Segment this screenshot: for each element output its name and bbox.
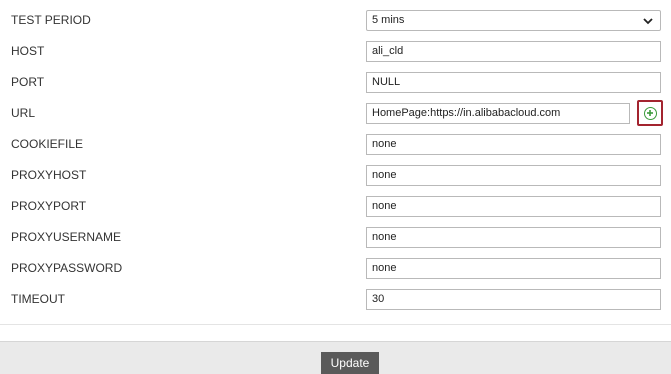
proxyhost-input[interactable]: none [366, 165, 661, 186]
port-label: PORT [11, 75, 45, 89]
proxypassword-input[interactable]: none [366, 258, 661, 279]
url-label: URL [11, 106, 36, 120]
row-host: HOST ali_cld [0, 36, 671, 67]
cookiefile-label: COOKIEFILE [11, 137, 84, 151]
host-label: HOST [11, 44, 45, 58]
proxyusername-label: PROXYUSERNAME [11, 230, 122, 244]
row-proxyusername: PROXYUSERNAME none [0, 222, 671, 253]
row-proxypassword: PROXYPASSWORD none [0, 253, 671, 284]
test-period-label: TEST PERIOD [11, 13, 91, 27]
timeout-input[interactable]: 30 [366, 289, 661, 310]
host-input[interactable]: ali_cld [366, 41, 661, 62]
test-period-value: 5 mins [372, 14, 405, 26]
proxyport-label: PROXYPORT [11, 199, 87, 213]
row-port: PORT NULL [0, 67, 671, 98]
row-url: URL HomePage:https://in.alibabacloud.com [0, 98, 671, 129]
proxyusername-input[interactable]: none [366, 227, 661, 248]
test-period-select[interactable]: 5 mins [366, 10, 661, 31]
row-proxyport: PROXYPORT none [0, 191, 671, 222]
cookiefile-input[interactable]: none [366, 134, 661, 155]
row-cookiefile: COOKIEFILE none [0, 129, 671, 160]
form-footer: Update [0, 341, 671, 374]
row-proxyhost: PROXYHOST none [0, 160, 671, 191]
timeout-label: TIMEOUT [11, 292, 65, 306]
url-input[interactable]: HomePage:https://in.alibabacloud.com [366, 103, 630, 124]
add-circle-icon [644, 107, 657, 120]
proxypassword-label: PROXYPASSWORD [11, 261, 123, 275]
proxyhost-label: PROXYHOST [11, 168, 87, 182]
port-input[interactable]: NULL [366, 72, 661, 93]
update-button[interactable]: Update [321, 352, 379, 374]
chevron-down-icon [643, 18, 653, 25]
add-url-button[interactable] [637, 100, 663, 126]
row-test-period: TEST PERIOD 5 mins [0, 5, 671, 36]
config-form: TEST PERIOD 5 mins HOST ali_cld PORT NUL… [0, 0, 671, 325]
proxyport-input[interactable]: none [366, 196, 661, 217]
row-timeout: TIMEOUT 30 [0, 284, 671, 315]
